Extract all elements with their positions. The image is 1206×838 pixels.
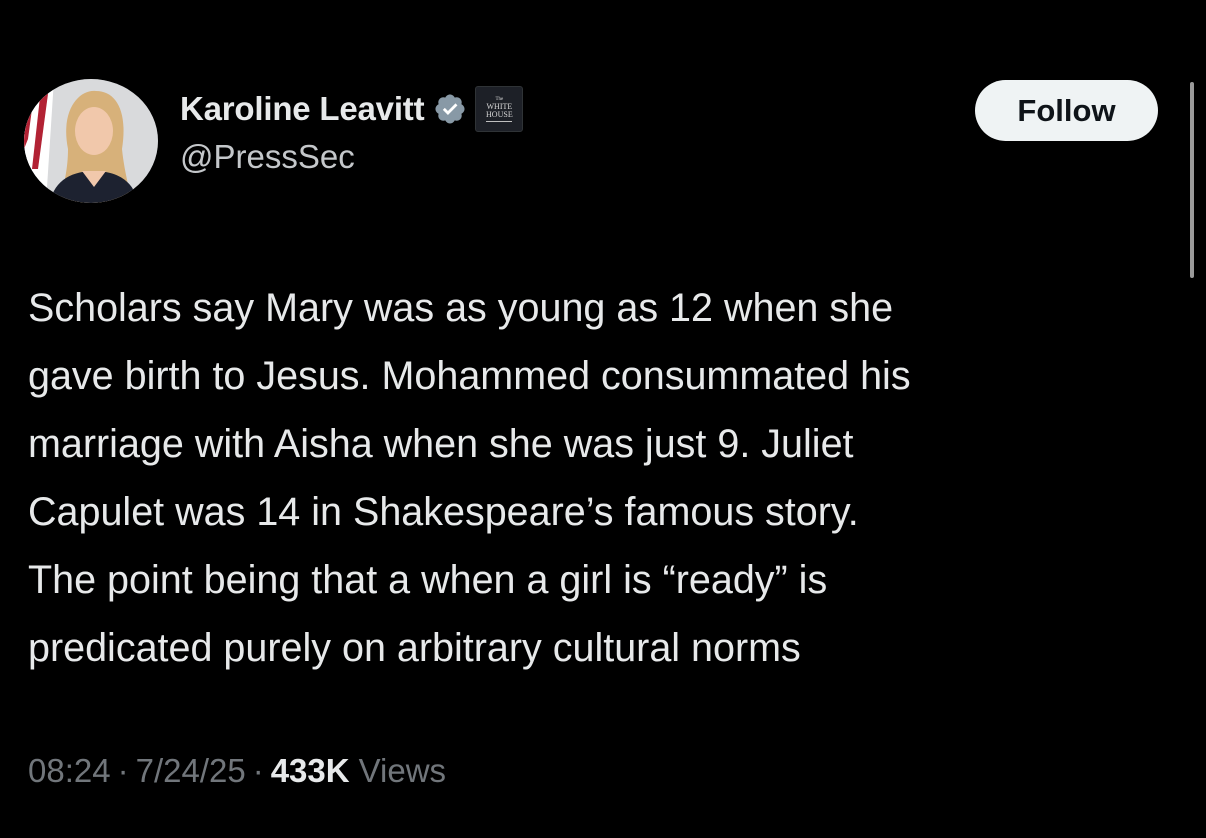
white-house-badge-icon[interactable]: The WHITE HOUSE — [475, 86, 524, 132]
tweet-card: Karoline Leavitt The WHITE HOUSE @PressS… — [0, 0, 1206, 838]
verified-badge-icon — [433, 92, 467, 126]
tweet-text: Scholars say Mary was as young as 12 whe… — [28, 274, 1178, 682]
tweet-text-line: Capulet was 14 in Shakespeare’s famous s… — [28, 490, 859, 534]
views-label: Views — [358, 752, 447, 789]
tweet-text-line: marriage with Aisha when she was just 9.… — [28, 422, 854, 466]
views-count: 433K — [270, 752, 350, 789]
badge-rule — [486, 120, 513, 122]
author-header: Karoline Leavitt The WHITE HOUSE @PressS… — [180, 84, 524, 176]
meta-separator: · — [252, 752, 264, 789]
meta-separator: · — [117, 752, 129, 789]
scrollbar[interactable] — [1190, 82, 1194, 278]
follow-button[interactable]: Follow — [975, 80, 1158, 141]
tweet-text-line: The point being that a when a girl is “r… — [28, 558, 828, 602]
tweet-time[interactable]: 08:24 — [28, 752, 111, 790]
avatar-photo — [24, 79, 158, 203]
tweet-meta: 08:24 · 7/24/25 · 433K Views — [28, 752, 446, 790]
avatar[interactable] — [24, 79, 158, 203]
author-handle[interactable]: @PressSec — [180, 138, 523, 176]
author-name-row: Karoline Leavitt The WHITE HOUSE — [180, 84, 524, 134]
tweet-date[interactable]: 7/24/25 — [136, 752, 246, 790]
tweet-text-line: predicated purely on arbitrary cultural … — [28, 626, 801, 670]
author-display-name[interactable]: Karoline Leavitt — [180, 90, 425, 128]
badge-line-3: HOUSE — [486, 109, 513, 119]
tweet-text-line: gave birth to Jesus. Mohammed consummate… — [28, 354, 911, 398]
tweet-text-line: Scholars say Mary was as young as 12 whe… — [28, 286, 894, 330]
